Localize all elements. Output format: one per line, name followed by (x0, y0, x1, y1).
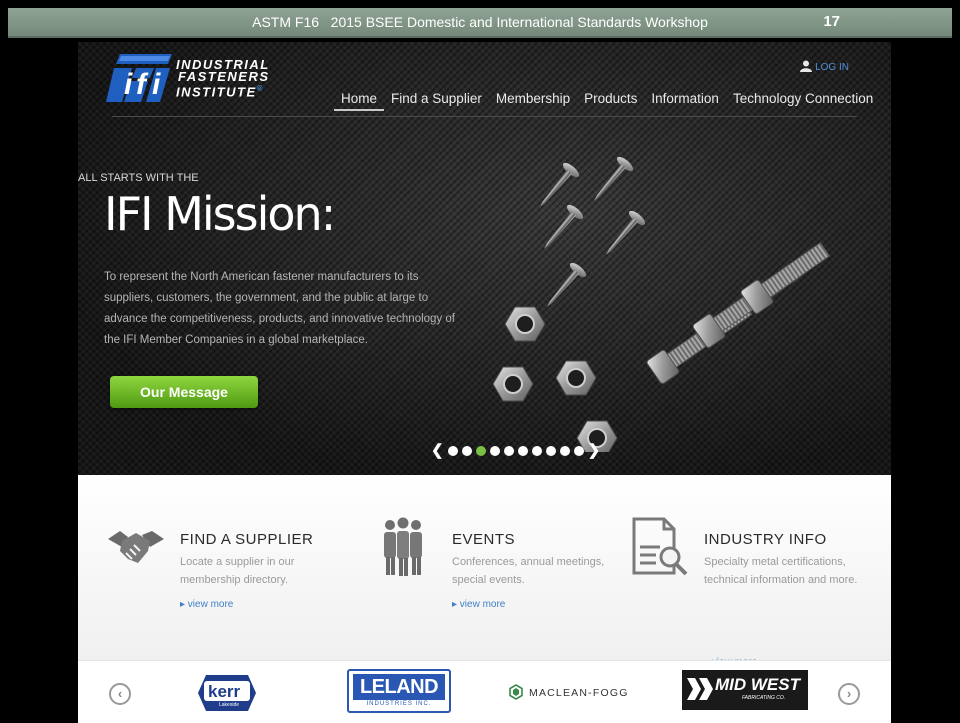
people-icon (384, 517, 422, 576)
screw-icon (606, 210, 646, 255)
nav-find-a-supplier[interactable]: Find a Supplier (384, 91, 489, 111)
partners-next-button[interactable]: › (838, 683, 860, 705)
login-link[interactable]: LOG IN (800, 60, 849, 73)
nav-technology-connection[interactable]: Technology Connection (726, 91, 880, 111)
carousel-dot-7[interactable] (531, 446, 542, 456)
hero-carousel-pager: ❮ ❯ (431, 443, 601, 458)
feature-text: Locate a supplier in our membership dire… (180, 556, 295, 586)
slide-number: 17 (823, 13, 840, 30)
kerr-logo-subtext: Lakeside (219, 702, 240, 708)
view-more-link[interactable]: ▸ view more (452, 599, 505, 610)
logo-wordmark: INDUSTRIAL FASTENERS INSTITUTE® (176, 58, 270, 100)
ifi-logo[interactable]: i f i INDUSTRIAL FASTENERS INSTITUTE® (106, 50, 306, 110)
leland-logo-frame: LELAND INDUSTRIES INC. (347, 669, 451, 713)
document-search-icon (632, 517, 688, 576)
partner-logo-mid-west[interactable]: MID WEST FABRICATING CO. (682, 670, 808, 710)
logo-line-3: INSTITUTE® (176, 84, 265, 100)
fasteners-image (492, 156, 831, 452)
main-navigation: Home Find a Supplier Membership Products… (334, 91, 880, 111)
handshake-icon (108, 531, 164, 563)
view-more-link[interactable]: ▸ view more (180, 599, 233, 610)
hex-nut-icon (555, 360, 597, 396)
hero-banner: i f i INDUSTRIAL FASTENERS INSTITUTE® LO… (78, 42, 891, 475)
carousel-dot-8[interactable] (545, 446, 556, 456)
login-label: LOG IN (815, 62, 849, 73)
feature-title: FIND A SUPPLIER (180, 531, 314, 548)
screw-icon (540, 162, 580, 207)
leland-logo-subtext: INDUSTRIES INC. (366, 701, 432, 707)
hero-kicker: ALL STARTS WITH THE (78, 172, 199, 184)
leland-logo-text: LELAND (353, 674, 445, 700)
screw-icon (544, 204, 584, 249)
mid-west-chevron-icon (687, 678, 713, 700)
carousel-dot-6[interactable] (517, 446, 528, 456)
feature-title: EVENTS (452, 531, 516, 548)
presentation-slide: ASTM F16 2015 BSEE Domestic and Internat… (0, 0, 960, 723)
screw-icon (547, 262, 587, 307)
partner-logo-kerr[interactable]: kerr Lakeside (196, 673, 258, 718)
logo-line-2: FASTENERS (178, 69, 270, 84)
screw-icon (594, 156, 634, 201)
carousel-dot-5[interactable] (503, 446, 514, 456)
carousel-dot-2[interactable] (461, 446, 472, 456)
kerr-logo-text: kerr (208, 682, 241, 701)
carousel-prev-arrow[interactable]: ❮ (431, 443, 444, 458)
nav-divider (112, 116, 857, 117)
hex-bolt-icon (740, 242, 831, 314)
nav-home[interactable]: Home (334, 91, 385, 111)
carousel-dot-10[interactable] (573, 446, 584, 456)
carousel-dot-3[interactable] (475, 446, 486, 456)
maclean-fogg-mark-icon (509, 684, 523, 700)
feature-title: INDUSTRY INFO (704, 531, 827, 548)
user-icon (800, 60, 813, 72)
hero-description: To represent the North American fastener… (104, 271, 455, 346)
website-screenshot: i f i INDUSTRIAL FASTENERS INSTITUTE® LO… (78, 42, 891, 723)
hex-nut-icon (504, 306, 546, 342)
nav-products[interactable]: Products (577, 91, 644, 111)
slide-title: ASTM F16 2015 BSEE Domestic and Internat… (252, 14, 708, 30)
hex-nut-icon (492, 366, 534, 402)
carousel-dot-4[interactable] (489, 446, 500, 456)
feature-row: FIND A SUPPLIER Locate a supplier in our… (78, 475, 891, 668)
slide-header-bar: ASTM F16 2015 BSEE Domestic and Internat… (8, 8, 952, 38)
mid-west-logo-text: MID WEST (715, 675, 800, 694)
carousel-dot-1[interactable] (447, 446, 458, 456)
partners-prev-button[interactable]: ‹ (109, 683, 131, 705)
maclean-fogg-logo-text: MACLEAN-FOGG (529, 687, 629, 699)
mid-west-logo-subtext: FABRICATING CO. (742, 695, 786, 701)
hero-headline: IFI Mission: (104, 187, 336, 241)
partner-logo-strip: ‹ kerr Lakeside LELAND INDUSTRIES INC. M… (78, 660, 891, 723)
partner-logo-leland[interactable]: LELAND INDUSTRIES INC. (347, 669, 451, 713)
feature-text: Specialty metal certifications, technica… (704, 556, 858, 586)
feature-text: Conferences, annual meetings, special ev… (452, 556, 605, 586)
carousel-next-arrow[interactable]: ❯ (588, 443, 601, 458)
nav-information[interactable]: Information (644, 91, 726, 111)
carousel-dot-9[interactable] (559, 446, 570, 456)
svg-text:i: i (124, 68, 133, 101)
our-message-button[interactable]: Our Message (110, 376, 258, 408)
nav-membership[interactable]: Membership (489, 91, 577, 111)
svg-text:i: i (152, 68, 161, 101)
ifi-logo-mark-icon: i f i (106, 54, 172, 102)
mid-west-logo-panel: MID WEST FABRICATING CO. (682, 670, 808, 710)
